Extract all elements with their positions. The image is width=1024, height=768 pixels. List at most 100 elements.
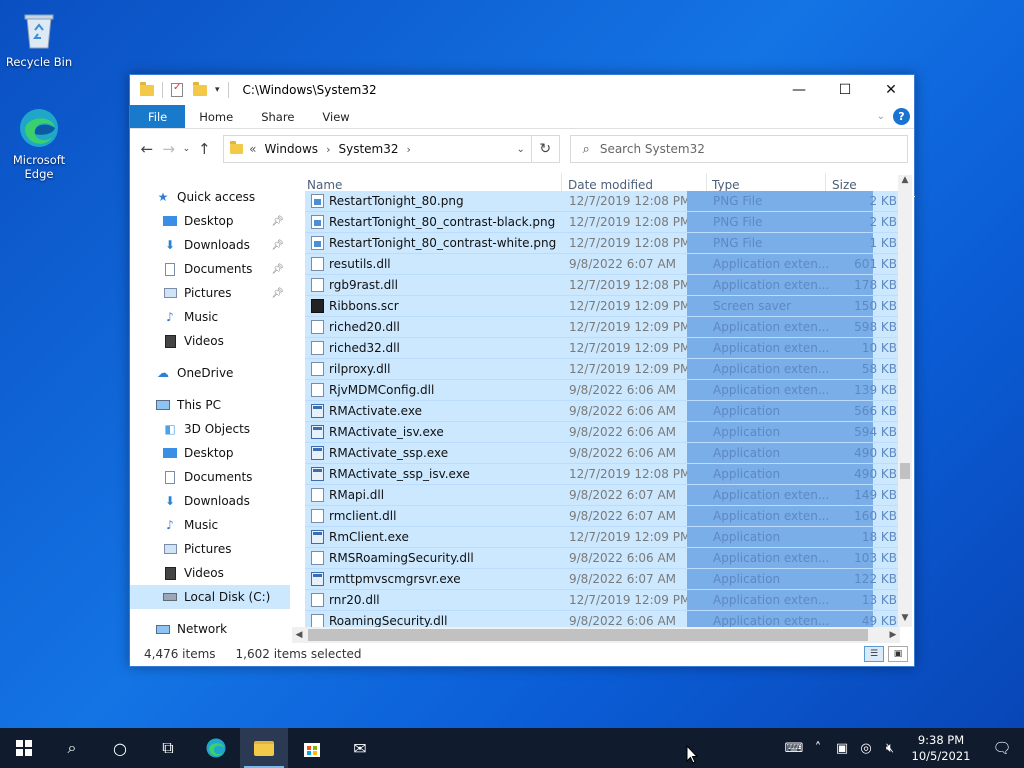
table-row[interactable]: riched32.dll 12/7/2019 12:09 PM Applicatio… bbox=[305, 338, 901, 359]
customize-toolbar-icon[interactable]: ▾ bbox=[215, 85, 220, 95]
nav-qa-pictures[interactable]: Pictures 📌︎ bbox=[130, 281, 290, 305]
pin-icon[interactable]: 📌︎ bbox=[271, 288, 284, 299]
pin-icon[interactable]: 📌︎ bbox=[271, 216, 284, 227]
table-row[interactable]: RMActivate_ssp.exe 9/8/2022 6:06 AM Applic… bbox=[305, 443, 901, 464]
nav-this-pc[interactable]: This PC bbox=[130, 393, 290, 417]
tab-file[interactable]: File bbox=[130, 105, 186, 128]
scroll-thumb[interactable] bbox=[308, 629, 868, 641]
table-row[interactable]: RMActivate_ssp_isv.exe 12/7/2019 12:08 PM… bbox=[305, 464, 901, 485]
recycle-bin-desktop-icon[interactable]: Recycle Bin bbox=[2, 8, 76, 69]
nav-pc-desktop[interactable]: Desktop bbox=[130, 441, 290, 465]
nav-quick-access[interactable]: ★ Quick access bbox=[130, 185, 290, 209]
horizontal-scrollbar[interactable]: ◀ ▶ bbox=[292, 627, 900, 643]
nav-3d-objects[interactable]: ◧ 3D Objects bbox=[130, 417, 290, 441]
close-button[interactable]: ✕ bbox=[868, 75, 914, 105]
table-row[interactable]: riched20.dll 12/7/2019 12:09 PM Applicatio… bbox=[305, 317, 901, 338]
tab-home[interactable]: Home bbox=[185, 105, 247, 128]
nav-pc-music[interactable]: ♪ Music bbox=[130, 513, 290, 537]
table-row[interactable]: RMSRoamingSecurity.dll 9/8/2022 6:06 AM Ap… bbox=[305, 548, 901, 569]
table-row[interactable]: RestartTonight_80_contrast-white.png 12/7… bbox=[305, 233, 901, 254]
taskbar-store-icon[interactable] bbox=[288, 728, 336, 768]
vertical-scrollbar[interactable]: ▲ ▼ bbox=[898, 175, 912, 627]
large-icons-view-icon[interactable]: ▣ bbox=[888, 646, 908, 662]
table-row[interactable]: rgb9rast.dll 12/7/2019 12:08 PM Applicatio… bbox=[305, 275, 901, 296]
table-row[interactable]: RMActivate_isv.exe 9/8/2022 6:06 AM Applic… bbox=[305, 422, 901, 443]
table-row[interactable]: rmttpmvscmgrsvr.exe 9/8/2022 6:07 AM Appli… bbox=[305, 569, 901, 590]
taskbar-edge-icon[interactable] bbox=[192, 728, 240, 768]
nav-qa-downloads[interactable]: ⬇ Downloads 📌︎ bbox=[130, 233, 290, 257]
taskbar-file-explorer-icon[interactable] bbox=[240, 728, 288, 768]
help-icon[interactable]: ? bbox=[893, 108, 910, 125]
maximize-button[interactable]: ☐ bbox=[822, 75, 868, 105]
breadcrumb-overflow[interactable]: « bbox=[249, 142, 256, 156]
pin-icon[interactable]: 📌︎ bbox=[271, 240, 284, 251]
nav-pc-pictures[interactable]: Pictures bbox=[130, 537, 290, 561]
search-icon[interactable]: ⌕ bbox=[48, 728, 96, 768]
meet-now-icon[interactable]: ▣ bbox=[830, 741, 854, 756]
column-date[interactable]: Date modified bbox=[568, 178, 653, 192]
scroll-left-icon[interactable]: ◀ bbox=[292, 630, 306, 640]
tab-share[interactable]: Share bbox=[247, 105, 308, 128]
details-view-icon[interactable]: ☰ bbox=[864, 646, 884, 662]
nav-pc-videos[interactable]: Videos bbox=[130, 561, 290, 585]
address-bar[interactable]: « Windows › System32 › ⌄ bbox=[223, 135, 532, 163]
recent-locations-button[interactable]: ⌄ bbox=[180, 144, 194, 154]
breadcrumb-windows[interactable]: Windows bbox=[264, 142, 318, 156]
table-row[interactable]: RestartTonight_80_contrast-black.png 12/7… bbox=[305, 212, 901, 233]
forward-button[interactable]: → bbox=[158, 140, 180, 158]
back-button[interactable]: ← bbox=[136, 140, 158, 158]
tab-view[interactable]: View bbox=[308, 105, 363, 128]
table-row[interactable]: RestartTonight_80.png 12/7/2019 12:08 PM P… bbox=[305, 191, 901, 212]
column-name[interactable]: Name bbox=[307, 178, 342, 192]
nav-local-disk[interactable]: Local Disk (C:) bbox=[130, 585, 290, 609]
nav-pc-downloads[interactable]: ⬇ Downloads bbox=[130, 489, 290, 513]
column-size[interactable]: Size bbox=[832, 178, 857, 192]
title-bar[interactable]: ▾ C:\Windows\System32 — ☐ ✕ bbox=[130, 75, 914, 105]
show-hidden-icons-icon[interactable]: ˄ bbox=[806, 741, 830, 756]
clock[interactable]: 9:38 PM 10/5/2021 bbox=[902, 732, 980, 764]
nav-qa-documents[interactable]: Documents 📌︎ bbox=[130, 257, 290, 281]
table-row[interactable]: rnr20.dll 12/7/2019 12:09 PM Application e… bbox=[305, 590, 901, 611]
scroll-thumb[interactable] bbox=[900, 463, 910, 479]
nav-qa-videos[interactable]: Videos bbox=[130, 329, 290, 353]
breadcrumb-system32[interactable]: System32 bbox=[338, 142, 398, 156]
keyboard-icon[interactable]: ⌨ bbox=[782, 741, 806, 756]
nav-pc-documents[interactable]: Documents bbox=[130, 465, 290, 489]
task-view-icon[interactable]: ⧉ bbox=[144, 728, 192, 768]
search-box[interactable]: ⌕ Search System32 bbox=[569, 135, 908, 163]
table-row[interactable]: RMActivate.exe 9/8/2022 6:06 AM Applicatio… bbox=[305, 401, 901, 422]
table-row[interactable]: RoamingSecurity.dll 9/8/2022 6:06 AM Appli… bbox=[305, 611, 901, 627]
nav-qa-desktop[interactable]: Desktop 📌︎ bbox=[130, 209, 290, 233]
table-row[interactable]: rmclient.dll 9/8/2022 6:07 AM Application … bbox=[305, 506, 901, 527]
nav-onedrive[interactable]: ☁ OneDrive bbox=[130, 361, 290, 385]
nav-network[interactable]: Network bbox=[130, 617, 290, 641]
up-button[interactable]: ↑ bbox=[193, 140, 215, 158]
address-dropdown-icon[interactable]: ⌄ bbox=[516, 144, 524, 155]
start-button[interactable] bbox=[0, 728, 48, 768]
properties-icon[interactable] bbox=[171, 82, 183, 97]
table-row[interactable]: RmClient.exe 12/7/2019 12:09 PM Applicatio… bbox=[305, 527, 901, 548]
volume-muted-icon[interactable]: 🔇︎ bbox=[878, 741, 902, 756]
table-row[interactable]: Ribbons.scr 12/7/2019 12:09 PM Screen save… bbox=[305, 296, 901, 317]
chevron-right-icon[interactable]: › bbox=[407, 143, 411, 156]
cortana-icon[interactable]: ○ bbox=[96, 728, 144, 768]
new-folder-icon[interactable] bbox=[193, 81, 207, 96]
table-row[interactable]: RjvMDMConfig.dll 9/8/2022 6:06 AM Applicat… bbox=[305, 380, 901, 401]
refresh-button[interactable]: ↻ bbox=[531, 135, 560, 163]
network-globe-icon[interactable]: ◎ bbox=[854, 741, 878, 756]
minimize-button[interactable]: — bbox=[776, 75, 822, 105]
taskbar-mail-icon[interactable]: ✉ bbox=[336, 728, 384, 768]
file-list[interactable]: Name ^ Date modified Type Size RestartTo… bbox=[305, 173, 915, 627]
scroll-up-icon[interactable]: ▲ bbox=[898, 175, 912, 189]
notifications-icon[interactable]: 🗨︎ bbox=[980, 739, 1024, 757]
scroll-down-icon[interactable]: ▼ bbox=[898, 613, 912, 627]
pin-icon[interactable]: 📌︎ bbox=[271, 264, 284, 275]
table-row[interactable]: RMapi.dll 9/8/2022 6:07 AM Application ext… bbox=[305, 485, 901, 506]
chevron-right-icon[interactable]: › bbox=[326, 143, 330, 156]
scroll-right-icon[interactable]: ▶ bbox=[886, 630, 900, 640]
column-type[interactable]: Type bbox=[712, 178, 740, 192]
nav-qa-music[interactable]: ♪ Music bbox=[130, 305, 290, 329]
table-row[interactable]: rilproxy.dll 12/7/2019 12:09 PM Applicatio… bbox=[305, 359, 901, 380]
expand-ribbon-icon[interactable]: ⌄ bbox=[877, 111, 885, 122]
table-row[interactable]: resutils.dll 9/8/2022 6:07 AM Application … bbox=[305, 254, 901, 275]
